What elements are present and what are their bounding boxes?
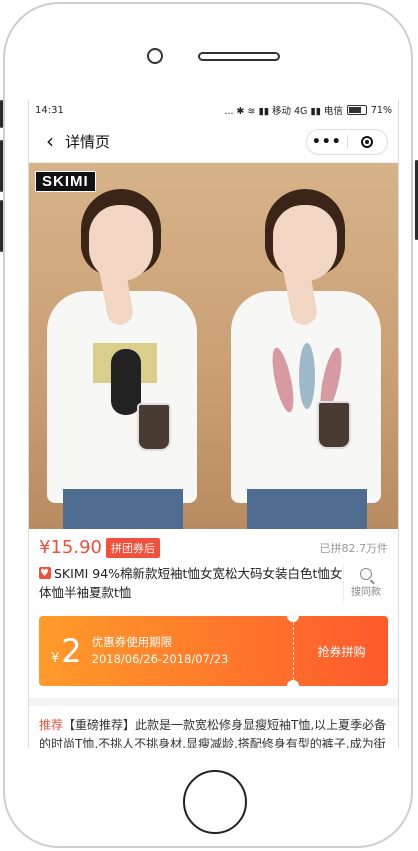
search-icon <box>360 568 372 580</box>
signal-indicators: ... ✱ ≋ ▮▮ 移动 4G ▮▮ 电信 <box>224 106 343 117</box>
coupon-amount: 2 <box>61 632 82 670</box>
search-same-button[interactable]: 搜同款 <box>343 564 388 602</box>
status-time: 14:31 <box>35 104 64 116</box>
coupon-section: ¥ 2 优惠券使用期限 2018/06/26-2018/07/23 抢券拼购 <box>29 608 398 698</box>
mute-switch <box>0 100 3 128</box>
product-description: 推荐【重磅推荐】此款是一款宽松修身显瘦短袖T恤,以上夏季必备的时尚T恤,不挑人不… <box>29 706 398 748</box>
coupon-divider <box>293 622 294 680</box>
battery-icon <box>346 105 367 115</box>
group-coupon-tag: 拼团券后 <box>105 537 160 558</box>
coupon-currency: ¥ <box>51 650 60 666</box>
status-bar: 14:31 ... ✱ ≋ ▮▮ 移动 4G ▮▮ 电信 71% <box>29 100 398 120</box>
page-title: 详情页 <box>65 132 111 151</box>
recommend-label: 推荐 <box>39 718 64 732</box>
heart-icon <box>39 564 51 583</box>
search-same-label: 搜同款 <box>351 587 381 598</box>
nav-bar: ‹ 详情页 ••• <box>29 120 398 163</box>
price-section: ¥15.90 拼团券后 已拼82.7万件 SKIMI 94%棉新款短袖t恤女宽松… <box>29 529 398 608</box>
chevron-left-icon[interactable]: ‹ <box>35 129 65 153</box>
grab-coupon-button[interactable]: 抢券拼购 <box>295 616 388 686</box>
model-left <box>33 163 213 529</box>
battery-percent: 71% <box>370 104 392 116</box>
coupon-info: 优惠券使用期限 2018/06/26-2018/07/23 <box>92 634 229 668</box>
volume-up-button <box>0 140 3 192</box>
product-image[interactable]: SKIMI <box>29 163 398 529</box>
volume-down-button <box>0 200 3 252</box>
coupon-period: 2018/06/26-2018/07/23 <box>91 652 229 666</box>
front-camera <box>147 48 163 64</box>
app-screen: 14:31 ... ✱ ≋ ▮▮ 移动 4G ▮▮ 电信 71% ‹ 详情页 •… <box>28 100 399 748</box>
sold-count: 已拼82.7万件 <box>319 541 389 555</box>
earpiece-speaker <box>198 52 280 61</box>
status-indicators: ... ✱ ≋ ▮▮ 移动 4G ▮▮ 电信 71% <box>224 103 392 118</box>
home-button[interactable] <box>183 770 247 834</box>
model-right <box>217 163 397 529</box>
target-icon[interactable] <box>348 136 388 148</box>
price: ¥15.90 <box>39 537 102 558</box>
more-dots-icon[interactable]: ••• <box>307 134 347 150</box>
coupon-card[interactable]: ¥ 2 优惠券使用期限 2018/06/26-2018/07/23 抢券拼购 <box>39 610 388 692</box>
coupon-label: 优惠券使用期限 <box>91 635 173 649</box>
product-title: SKIMI 94%棉新款短袖t恤女宽松大码女装白色t恤女体恤半袖夏款t恤 <box>39 564 343 602</box>
mini-program-capsule: ••• <box>306 129 388 155</box>
description-text: 【重磅推荐】此款是一款宽松修身显瘦短袖T恤,以上夏季必备的时尚T恤,不挑人不挑身… <box>39 718 387 748</box>
